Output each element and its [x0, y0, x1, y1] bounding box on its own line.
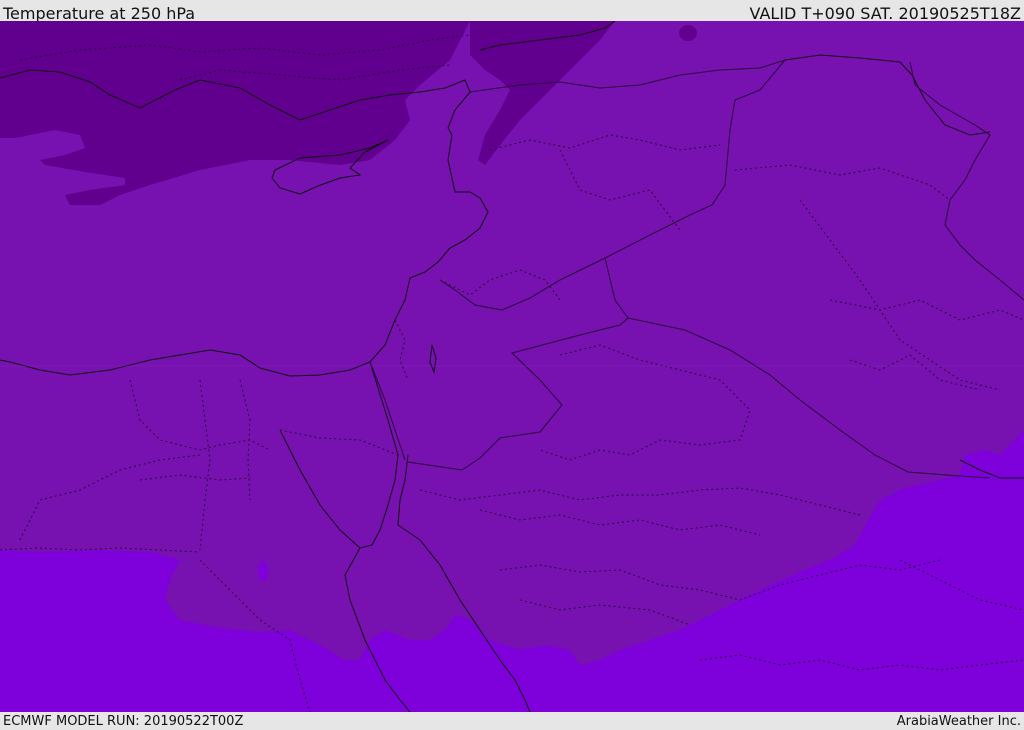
temperature-map: [0, 21, 1024, 712]
temperature-band-cold-spot: [679, 25, 697, 41]
header-bar: Temperature at 250 hPa VALID T+090 SAT. …: [0, 0, 1024, 23]
model-run: ECMWF MODEL RUN: 20190522T00Z: [3, 714, 244, 729]
footer-bar: ECMWF MODEL RUN: 20190522T00Z ArabiaWeat…: [0, 712, 1024, 729]
credit: ArabiaWeather Inc.: [896, 714, 1021, 729]
temperature-band-warm-spot: [258, 561, 268, 581]
